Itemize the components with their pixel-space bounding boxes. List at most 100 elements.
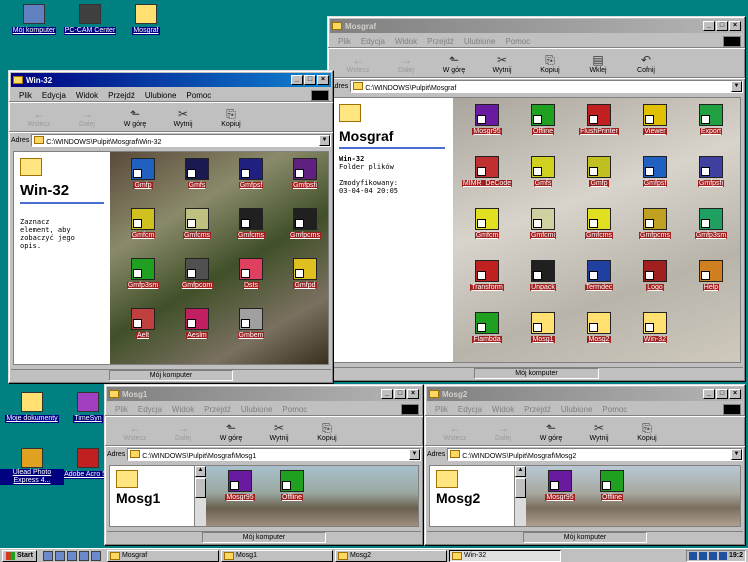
back-button[interactable]: ← Wstecz [334,53,382,75]
cut-button[interactable]: ✂ Wytnij [575,421,623,443]
menu-file[interactable]: Plik [19,91,32,100]
desktop-icon-my-documents[interactable]: Moje dokumenty [0,392,64,423]
menu-view[interactable]: Widok [76,91,98,100]
scroll-thumb[interactable] [195,478,206,498]
menu-favorites[interactable]: Ulubione [561,405,593,414]
file-icon-item[interactable]: Win-32 [627,312,683,362]
file-icon-item[interactable]: Mosg1 [515,312,571,362]
forward-button[interactable]: → Dalej [159,421,207,443]
up-button[interactable]: ⬑ W górę [527,421,575,443]
minimize-button[interactable]: _ [381,389,393,399]
menu-go[interactable]: Przejdź [427,37,454,46]
file-icon-item[interactable]: Gmfp3sm [683,208,739,260]
title-bar[interactable]: Mosgraf _ □ × [330,19,743,33]
task-mosg1[interactable]: Mosg1 [220,549,333,562]
desktop-icon-ulead[interactable]: Ulead Photo Express 4... [0,448,64,485]
scrollbar[interactable]: ▲ [514,466,526,526]
file-icon-item[interactable]: Gmfcmi [515,208,571,260]
file-icon-item[interactable]: Gmfcm [459,208,515,260]
title-bar[interactable]: Mosg1 _ □ × [107,387,421,401]
scroll-up-icon[interactable]: ▲ [195,466,206,477]
file-icon-item[interactable]: Logo [627,260,683,312]
up-button[interactable]: ⬑ W górę [430,53,478,75]
scroll-up-icon[interactable]: ▲ [515,466,526,477]
close-button[interactable]: × [407,389,419,399]
media-icon[interactable] [90,550,101,561]
desktop-icon-my-computer[interactable]: Mój komputer [2,4,66,35]
copy-button[interactable]: ⎘ Kopiuj [207,107,255,129]
task-mosg2[interactable]: Mosg2 [334,549,447,562]
minimize-button[interactable]: _ [291,75,303,85]
desktop-icon[interactable] [66,550,77,561]
dropdown-arrow-icon[interactable]: ▼ [731,81,742,92]
file-icon-item[interactable]: MIMR_DeCode [459,156,515,208]
maximize-button[interactable]: □ [716,21,728,31]
menu-go[interactable]: Przejdź [108,91,135,100]
maximize-button[interactable]: □ [394,389,406,399]
address-input[interactable]: C:\WINDOWS\Pulpit\Mosgraf\Mosg2 ▼ [447,448,743,461]
desktop-icon-pc-cam[interactable]: PC-CAM Center [58,4,122,35]
title-bar[interactable]: Win-32 _ □ × [11,73,331,87]
menu-favorites[interactable]: Ulubione [241,405,273,414]
menu-favorites[interactable]: Ulubione [464,37,496,46]
menu-view[interactable]: Widok [492,405,514,414]
file-icon-item[interactable]: Transform [459,260,515,312]
tray-icon[interactable] [688,551,697,560]
file-icon-item[interactable]: Gmfcm [116,208,170,258]
file-icon-item[interactable]: Offline [266,470,318,512]
copy-button[interactable]: ⎘ Kopiuj [526,53,574,75]
up-button[interactable]: ⬑ W górę [207,421,255,443]
menu-go[interactable]: Przejdź [204,405,231,414]
tray-icon[interactable] [698,551,707,560]
file-icon-item[interactable]: Mosg2 [571,312,627,362]
forward-button[interactable]: → Dalej [479,421,527,443]
file-icon-item[interactable]: Gmfpd [278,258,328,308]
file-icon-item[interactable]: Flambda [459,312,515,362]
file-icon-item[interactable]: Gmfp [116,158,170,208]
menu-help[interactable]: Pomoc [505,37,530,46]
desktop-icon-mosgraf[interactable]: Mosgraf [114,4,178,35]
file-icon-item[interactable]: Gmfs [170,158,224,208]
file-icon-item[interactable]: Gmfpcms [278,208,328,258]
up-button[interactable]: ⬑ W górę [111,107,159,129]
close-button[interactable]: × [729,21,741,31]
start-button[interactable]: Start [2,549,37,562]
file-icon-item[interactable]: Gmfpsf [224,158,278,208]
menu-edit[interactable]: Edycja [361,37,385,46]
file-icon-item[interactable]: Gmfcms [170,208,224,258]
menu-edit[interactable]: Edycja [458,405,482,414]
cut-button[interactable]: ✂ Wytnij [159,107,207,129]
file-icon-item[interactable]: Gmfp [571,156,627,208]
menu-file[interactable]: Plik [115,405,128,414]
address-input[interactable]: C:\WINDOWS\Pulpit\Mosgraf ▼ [350,80,743,93]
dropdown-arrow-icon[interactable]: ▼ [319,135,330,146]
task-win32[interactable]: Win-32 [448,549,561,562]
file-icon-item[interactable]: Gmbem [224,308,278,358]
file-icon-item[interactable]: Dsts [224,258,278,308]
menu-help[interactable]: Pomoc [282,405,307,414]
scroll-thumb[interactable] [515,478,526,498]
menu-edit[interactable]: Edycja [42,91,66,100]
close-button[interactable]: × [729,389,741,399]
file-icon-item[interactable]: Offline [586,470,638,512]
menu-favorites[interactable]: Ulubione [145,91,177,100]
browser-icon[interactable] [42,550,53,561]
file-icon-item[interactable]: Gmfpsf [627,156,683,208]
menu-help[interactable]: Pomoc [186,91,211,100]
file-icon-item[interactable]: Mosgr95 [459,104,515,156]
file-icon-item[interactable]: Export [683,104,739,156]
back-button[interactable]: ← Wstecz [15,107,63,129]
file-icon-item[interactable]: Termdec [571,260,627,312]
address-input[interactable]: C:\WINDOWS\Pulpit\Mosgraf\Mosg1 ▼ [127,448,421,461]
address-input[interactable]: C:\WINDOWS\Pulpit\Mosgraf\Win-32 ▼ [31,134,331,147]
menu-edit[interactable]: Edycja [138,405,162,414]
file-icon-item[interactable]: Aelt [116,308,170,358]
file-icon-item[interactable]: Gmfcms [571,208,627,260]
maximize-button[interactable]: □ [304,75,316,85]
task-mosgraf[interactable]: Mosgraf [106,549,219,562]
file-icon-item[interactable]: Gmfs [515,156,571,208]
minimize-button[interactable]: _ [703,21,715,31]
file-icon-item[interactable]: Viewer [627,104,683,156]
forward-button[interactable]: → Dalej [382,53,430,75]
menu-view[interactable]: Widok [395,37,417,46]
